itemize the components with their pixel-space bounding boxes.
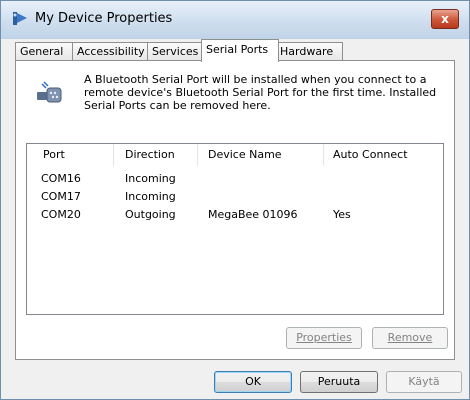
apply-button-label: Käytä	[408, 375, 440, 388]
close-button[interactable]: x	[431, 9, 459, 29]
column-divider	[113, 144, 114, 166]
remove-button[interactable]: Remove	[372, 327, 448, 349]
tab-label: Services	[152, 45, 199, 58]
column-header-port[interactable]: Port	[43, 148, 65, 161]
table-row[interactable]: COM20 Outgoing MegaBee 01096 Yes	[27, 206, 443, 222]
auto-connect-cell: Yes	[333, 208, 351, 221]
table-row[interactable]: COM17 Incoming	[27, 188, 443, 204]
direction-cell: Outgoing	[125, 208, 176, 221]
table-row[interactable]: COM16 Incoming	[27, 170, 443, 186]
serial-ports-list[interactable]: Port Direction Device Name Auto Connect …	[26, 143, 444, 315]
column-divider	[323, 144, 324, 166]
tab-serial-ports[interactable]: Serial Ports	[201, 39, 279, 62]
apply-button[interactable]: Käytä	[386, 371, 462, 393]
tab-label: Hardware	[280, 45, 334, 58]
properties-button-label: Properties	[296, 331, 352, 344]
cancel-button[interactable]: Peruuta	[300, 371, 378, 393]
port-cell: COM20	[41, 208, 81, 221]
properties-button[interactable]: Properties	[286, 327, 362, 349]
column-header-auto-connect[interactable]: Auto Connect	[333, 148, 408, 161]
ok-button-label: OK	[245, 375, 261, 388]
tab-label: Accessibility	[77, 45, 145, 58]
direction-cell: Incoming	[125, 172, 176, 185]
title-bar[interactable]: My Device Properties x	[1, 1, 469, 39]
tab-accessibility[interactable]: Accessibility	[72, 42, 150, 61]
column-header-device-name[interactable]: Device Name	[208, 148, 282, 161]
window-title: My Device Properties	[35, 11, 173, 26]
tab-label: General	[20, 45, 64, 58]
tab-hardware[interactable]: Hardware	[275, 42, 343, 61]
device-name-cell: MegaBee 01096	[208, 208, 298, 221]
ok-button[interactable]: OK	[214, 371, 292, 393]
tab-services[interactable]: Services	[147, 42, 205, 61]
direction-cell: Incoming	[125, 190, 176, 203]
port-cell: COM16	[41, 172, 81, 185]
port-cell: COM17	[41, 190, 81, 203]
tab-label: Serial Ports	[206, 43, 269, 56]
serial-port-icon	[37, 81, 62, 103]
properties-window: My Device Properties x General Accessibi…	[0, 0, 470, 400]
cancel-button-label: Peruuta	[317, 375, 361, 388]
serial-ports-panel: A Bluetooth Serial Port will be installe…	[15, 60, 455, 360]
tab-general[interactable]: General	[15, 42, 74, 61]
bluetooth-device-icon	[13, 12, 27, 25]
column-divider	[197, 144, 198, 166]
remove-button-label: Remove	[387, 331, 433, 344]
serial-port-description: A Bluetooth Serial Port will be installe…	[84, 73, 437, 112]
column-header-direction[interactable]: Direction	[125, 148, 175, 161]
